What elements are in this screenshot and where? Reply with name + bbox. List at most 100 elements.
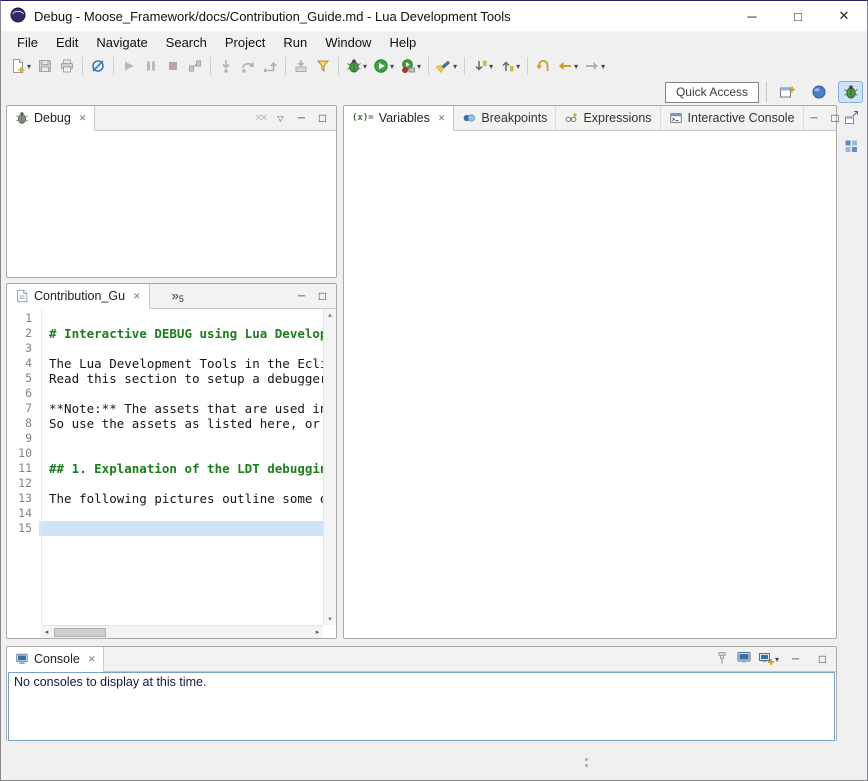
- remove-all-terminated-button[interactable]: ✕✕: [254, 113, 270, 124]
- debug-button[interactable]: ▾: [343, 54, 370, 78]
- close-icon[interactable]: ✕: [88, 654, 96, 665]
- editor-content[interactable]: 12# Interactive DEBUG using Lua Develop3…: [7, 309, 336, 638]
- step-return-button[interactable]: [259, 54, 281, 78]
- close-icon[interactable]: ✕: [438, 113, 446, 124]
- scrollbar-thumb[interactable]: [54, 628, 106, 637]
- statusbar-grip[interactable]: [585, 758, 588, 761]
- dropdown-arrow-icon[interactable]: ▾: [363, 62, 367, 71]
- minimize-view-button[interactable]: ─: [804, 106, 825, 130]
- editor-line[interactable]: 9: [7, 431, 323, 446]
- editor-line[interactable]: 2# Interactive DEBUG using Lua Develop: [7, 326, 323, 341]
- line-number[interactable]: 11: [7, 461, 39, 476]
- menu-project[interactable]: Project: [216, 33, 274, 52]
- search-button[interactable]: ▾: [433, 54, 460, 78]
- menu-navigate[interactable]: Navigate: [87, 33, 156, 52]
- close-icon[interactable]: ✕: [79, 113, 87, 124]
- menu-file[interactable]: File: [8, 33, 47, 52]
- maximize-view-button[interactable]: □: [312, 284, 333, 308]
- editor-line[interactable]: 13The following pictures outline some o: [7, 491, 323, 506]
- new-button[interactable]: ▾: [7, 54, 34, 78]
- previous-annotation-button[interactable]: ▾: [496, 54, 523, 78]
- tab-breakpoints[interactable]: Breakpoints: [454, 106, 556, 130]
- line-number[interactable]: 14: [7, 506, 39, 521]
- maximize-view-button[interactable]: □: [312, 106, 333, 130]
- external-tools-button[interactable]: ▾: [397, 54, 424, 78]
- open-console-button[interactable]: ▾: [758, 651, 779, 667]
- line-number[interactable]: 9: [7, 431, 39, 446]
- drop-to-frame-button[interactable]: [290, 54, 312, 78]
- run-button[interactable]: ▾: [370, 54, 397, 78]
- line-number[interactable]: 13: [7, 491, 39, 506]
- editor-line[interactable]: 15: [7, 521, 323, 536]
- editor-tab-overflow-button[interactable]: » 5: [172, 289, 184, 304]
- dropdown-arrow-icon[interactable]: ▾: [417, 62, 421, 71]
- scroll-up-icon[interactable]: ▴: [328, 311, 332, 319]
- print-button[interactable]: [56, 54, 78, 78]
- editor-line[interactable]: 10: [7, 446, 323, 461]
- dropdown-arrow-icon[interactable]: ▾: [489, 62, 493, 71]
- open-perspective-button[interactable]: [774, 81, 799, 103]
- minimize-view-button[interactable]: ─: [291, 106, 312, 130]
- dropdown-arrow-icon[interactable]: ▾: [27, 62, 31, 71]
- editor-line[interactable]: 3: [7, 341, 323, 356]
- back-button[interactable]: ▾: [554, 54, 581, 78]
- dropdown-arrow-icon[interactable]: ▾: [390, 62, 394, 71]
- minimize-view-button[interactable]: ─: [785, 647, 806, 671]
- disconnect-button[interactable]: [184, 54, 206, 78]
- editor-line[interactable]: 7**Note:** The assets that are used in: [7, 401, 323, 416]
- minimize-view-button[interactable]: ─: [291, 284, 312, 308]
- tab-interactive-console[interactable]: Interactive Console: [661, 106, 804, 130]
- title-bar[interactable]: Debug - Moose_Framework/docs/Contributio…: [1, 1, 867, 31]
- line-number[interactable]: 7: [7, 401, 39, 416]
- editor-line[interactable]: 12: [7, 476, 323, 491]
- editor-line[interactable]: 4The Lua Development Tools in the Ecli: [7, 356, 323, 371]
- line-number[interactable]: 8: [7, 416, 39, 431]
- maximize-view-button[interactable]: □: [812, 647, 833, 671]
- editor-line[interactable]: 11## 1. Explanation of the LDT debuggin: [7, 461, 323, 476]
- view-menu-button[interactable]: ▽: [270, 106, 291, 130]
- line-number[interactable]: 1: [7, 311, 39, 326]
- dropdown-arrow-icon[interactable]: ▾: [574, 62, 578, 71]
- save-button[interactable]: [34, 54, 56, 78]
- line-number[interactable]: 6: [7, 386, 39, 401]
- ldt-perspective-button[interactable]: [806, 81, 831, 103]
- minimized-view-grid-button[interactable]: [840, 136, 862, 156]
- line-number[interactable]: 15: [7, 521, 39, 536]
- editor-line[interactable]: 5Read this section to setup a debugger: [7, 371, 323, 386]
- scroll-left-icon[interactable]: ◂: [41, 628, 52, 636]
- forward-button[interactable]: ▾: [581, 54, 608, 78]
- scroll-down-icon[interactable]: ▾: [328, 615, 332, 623]
- debug-perspective-button[interactable]: [838, 81, 863, 103]
- line-number[interactable]: 4: [7, 356, 39, 371]
- tab-debug[interactable]: Debug ✕: [7, 106, 95, 131]
- tab-contribution-guide[interactable]: Contribution_Gu ✕: [7, 284, 150, 309]
- line-number[interactable]: 5: [7, 371, 39, 386]
- line-number[interactable]: 2: [7, 326, 39, 341]
- menu-help[interactable]: Help: [380, 33, 425, 52]
- line-number[interactable]: 12: [7, 476, 39, 491]
- vertical-scrollbar[interactable]: ▴ ▾: [323, 309, 336, 625]
- editor-line[interactable]: 14: [7, 506, 323, 521]
- dropdown-arrow-icon[interactable]: ▾: [601, 62, 605, 71]
- line-number[interactable]: 10: [7, 446, 39, 461]
- console-content[interactable]: No consoles to display at this time.: [8, 672, 835, 741]
- editor-line[interactable]: 6: [7, 386, 323, 401]
- suspend-button[interactable]: [140, 54, 162, 78]
- minimized-view-restore-button[interactable]: [840, 107, 862, 127]
- next-annotation-button[interactable]: ▾: [469, 54, 496, 78]
- menu-search[interactable]: Search: [157, 33, 216, 52]
- resume-button[interactable]: [118, 54, 140, 78]
- tab-expressions[interactable]: Expressions: [556, 106, 660, 130]
- pin-console-button[interactable]: [714, 650, 730, 669]
- step-into-button[interactable]: [215, 54, 237, 78]
- menu-run[interactable]: Run: [274, 33, 316, 52]
- menu-edit[interactable]: Edit: [47, 33, 87, 52]
- quick-access-field[interactable]: Quick Access: [665, 82, 759, 103]
- step-over-button[interactable]: [237, 54, 259, 78]
- skip-all-breakpoints-button[interactable]: [87, 54, 109, 78]
- dropdown-arrow-icon[interactable]: ▾: [516, 62, 520, 71]
- editor-line[interactable]: 1: [7, 311, 323, 326]
- close-icon[interactable]: ✕: [133, 291, 141, 302]
- line-number[interactable]: 3: [7, 341, 39, 356]
- tab-console[interactable]: Console ✕: [7, 647, 104, 672]
